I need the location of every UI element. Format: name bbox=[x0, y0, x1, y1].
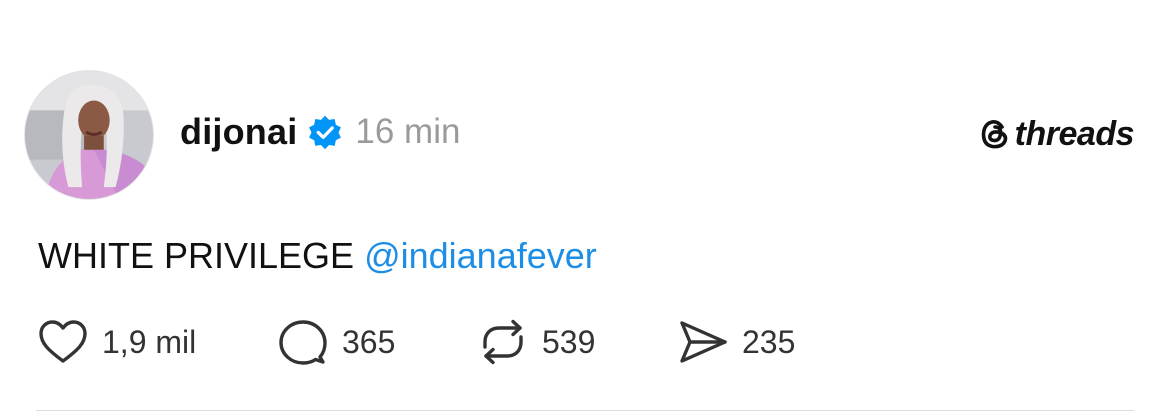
post-timestamp: 16 min bbox=[355, 112, 461, 151]
post-text-content: WHITE PRIVILEGE bbox=[38, 235, 355, 276]
repost-button[interactable]: 539 bbox=[478, 316, 678, 368]
like-button[interactable]: 1,9 mil bbox=[38, 316, 278, 368]
avatar[interactable] bbox=[24, 70, 154, 200]
threads-post: dijonai 16 min threads WHITE PRIVILEGE @… bbox=[0, 0, 1170, 419]
avatar-image bbox=[25, 71, 153, 199]
heart-icon bbox=[39, 320, 87, 363]
share-button[interactable]: 235 bbox=[678, 316, 858, 368]
threads-wordmark: threads bbox=[1014, 114, 1135, 153]
send-icon bbox=[680, 321, 727, 363]
action-bar: 1,9 mil 365 539 235 bbox=[38, 316, 858, 368]
username[interactable]: dijonai bbox=[180, 111, 297, 153]
comment-icon bbox=[279, 320, 327, 365]
repost-count: 539 bbox=[542, 323, 596, 360]
share-count: 235 bbox=[742, 323, 796, 360]
like-count: 1,9 mil bbox=[102, 323, 197, 360]
reply-count: 365 bbox=[342, 323, 396, 360]
mention-link[interactable]: @indianafever bbox=[364, 235, 597, 276]
divider bbox=[36, 410, 1134, 411]
reply-button[interactable]: 365 bbox=[278, 316, 478, 368]
threads-logo-icon bbox=[981, 120, 1007, 149]
threads-brand: threads bbox=[979, 112, 1135, 156]
post-header: dijonai 16 min bbox=[180, 108, 460, 156]
repost-icon bbox=[483, 319, 523, 365]
verified-badge-icon bbox=[307, 114, 343, 150]
post-text: WHITE PRIVILEGE @indianafever bbox=[38, 232, 597, 280]
